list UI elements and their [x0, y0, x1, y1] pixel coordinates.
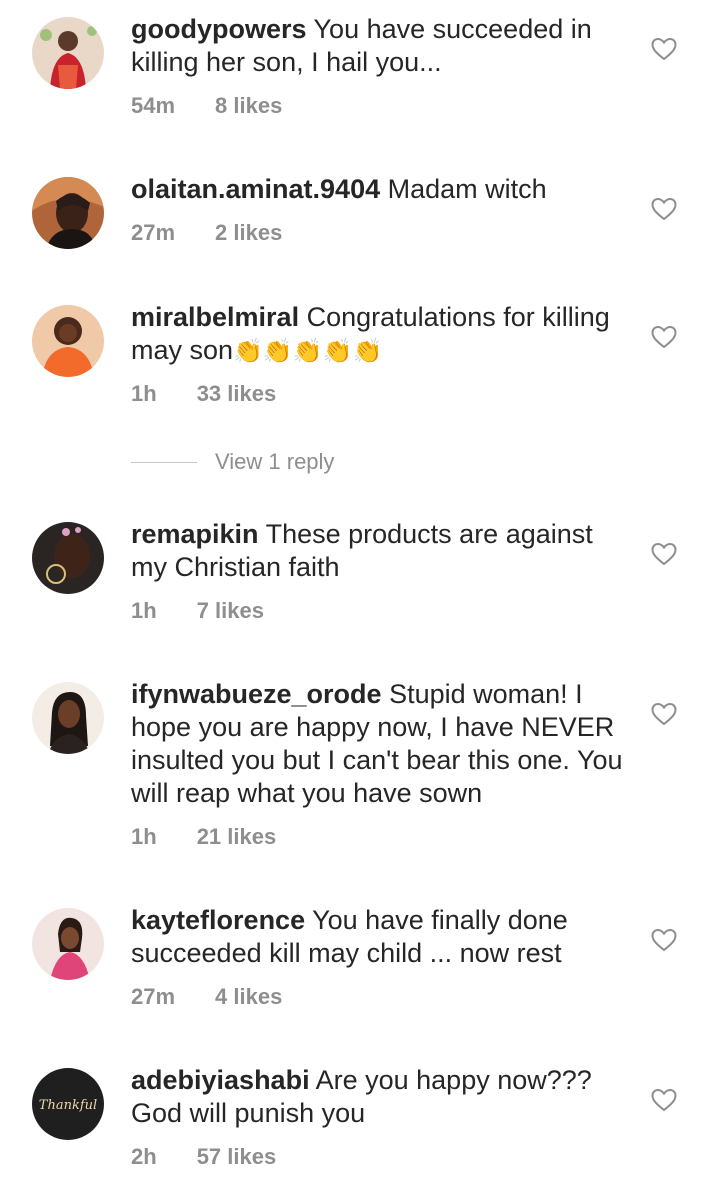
view-replies-button[interactable]: View 1 reply: [131, 447, 334, 477]
avatar[interactable]: [32, 305, 104, 377]
comment-text: olaitan.aminat.9404 Madam witch: [131, 173, 631, 206]
comment-text: remapikin These products are against my …: [131, 518, 631, 584]
comment-text: goodypowers You have succeeded in killin…: [131, 13, 631, 79]
comment-likes[interactable]: 7 likes: [197, 598, 264, 623]
comment-username[interactable]: adebiyiashabi: [131, 1065, 310, 1095]
heart-outline-icon[interactable]: [651, 702, 677, 726]
comment-likes[interactable]: 2 likes: [215, 220, 282, 245]
comment-username[interactable]: kayteflorence: [131, 905, 305, 935]
reply-divider: [131, 461, 197, 463]
heart-outline-icon[interactable]: [651, 542, 677, 566]
view-replies-label[interactable]: View 1 reply: [215, 449, 334, 475]
comment-likes[interactable]: 21 likes: [197, 824, 277, 849]
comment-likes[interactable]: 33 likes: [197, 381, 277, 406]
comment-likes[interactable]: 4 likes: [215, 984, 282, 1009]
comment-meta: 2h 57 likes: [131, 1144, 276, 1170]
comment-meta: 27m 2 likes: [131, 220, 282, 246]
comment-username[interactable]: remapikin: [131, 519, 259, 549]
heart-outline-icon[interactable]: [651, 1088, 677, 1112]
comment-text: miralbelmiral Congratulations for killin…: [131, 301, 631, 368]
comment-meta: 54m 8 likes: [131, 93, 282, 119]
comment-username[interactable]: ifynwabueze_orode: [131, 679, 382, 709]
comment-likes[interactable]: 8 likes: [215, 93, 282, 118]
avatar[interactable]: [32, 17, 104, 89]
clapping-hands-emoji: 👏👏👏👏👏: [233, 338, 383, 365]
comment-username[interactable]: miralbelmiral: [131, 302, 299, 332]
avatar[interactable]: [32, 908, 104, 980]
avatar[interactable]: Thankful: [32, 1068, 104, 1140]
comment-text: ifynwabueze_orode Stupid woman! I hope y…: [131, 678, 631, 810]
comment-text: kayteflorence You have finally done succ…: [131, 904, 631, 970]
heart-outline-icon[interactable]: [651, 197, 677, 221]
comment-time: 2h: [131, 1144, 157, 1169]
comment-likes[interactable]: 57 likes: [197, 1144, 277, 1169]
comment-time: 1h: [131, 824, 157, 849]
heart-outline-icon[interactable]: [651, 928, 677, 952]
comment-username[interactable]: olaitan.aminat.9404: [131, 174, 380, 204]
avatar[interactable]: [32, 522, 104, 594]
comment-meta: 27m 4 likes: [131, 984, 282, 1010]
heart-outline-icon[interactable]: [651, 325, 677, 349]
comment-time: 27m: [131, 220, 176, 245]
comment-text: adebiyiashabi Are you happy now??? God w…: [131, 1064, 631, 1130]
comment-meta: 1h 33 likes: [131, 381, 276, 407]
comment-time: 1h: [131, 381, 157, 406]
comment-meta: 1h 21 likes: [131, 824, 276, 850]
comment-time: 27m: [131, 984, 176, 1009]
heart-outline-icon[interactable]: [651, 37, 677, 61]
comment-time: 1h: [131, 598, 157, 623]
avatar-thankful-text: Thankful: [39, 1098, 97, 1113]
comment-meta: 1h 7 likes: [131, 598, 264, 624]
comment-username[interactable]: goodypowers: [131, 14, 307, 44]
comment-body: Madam witch: [387, 174, 547, 204]
avatar[interactable]: [32, 682, 104, 754]
avatar[interactable]: [32, 177, 104, 249]
comment-time: 54m: [131, 93, 176, 118]
